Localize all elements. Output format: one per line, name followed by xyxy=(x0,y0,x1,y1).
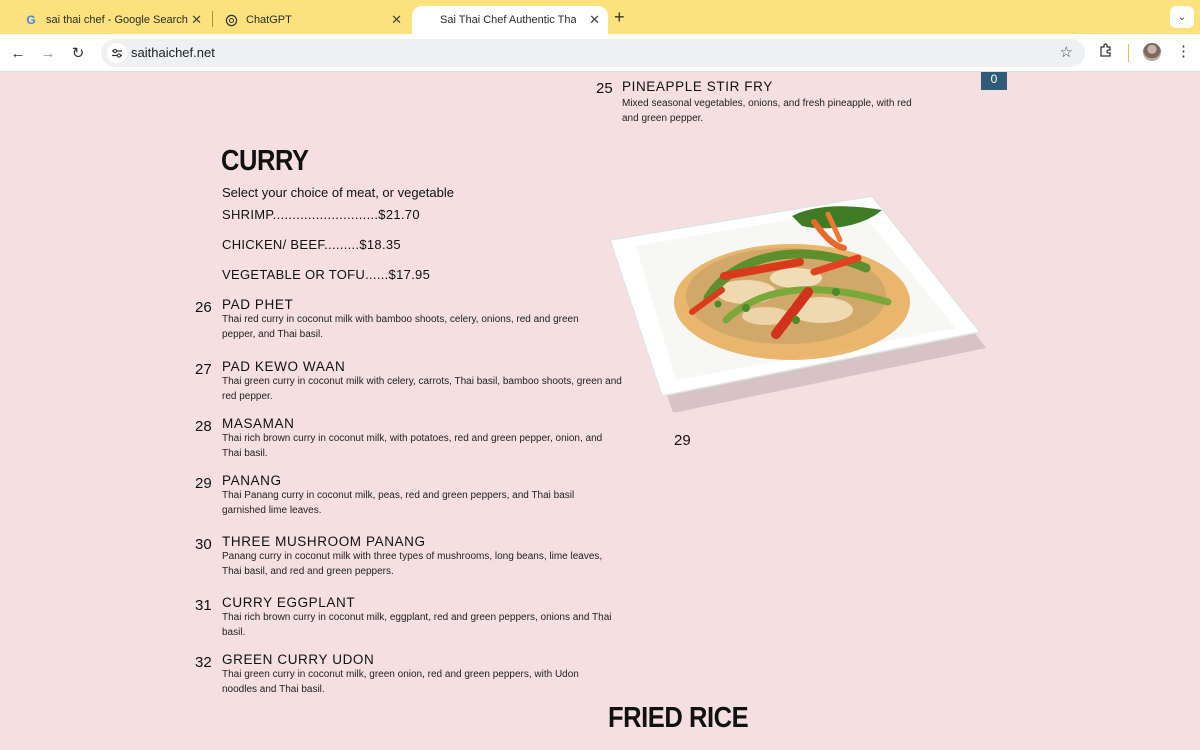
extensions-puzzle-icon[interactable] xyxy=(1098,42,1114,61)
menu-item-number: 27 xyxy=(195,361,212,378)
reload-button[interactable]: ↻ xyxy=(67,42,89,64)
cart-count-badge[interactable]: 0 xyxy=(981,72,1007,90)
close-icon[interactable]: ✕ xyxy=(589,12,600,28)
more-menu-icon[interactable]: ⋮ xyxy=(1176,42,1191,60)
menu-item-description: Thai red curry in coconut milk with bamb… xyxy=(222,314,579,340)
menu-item-number: 26 xyxy=(195,299,212,316)
tab-google-search[interactable]: G sai thai chef - Google Search ✕ xyxy=(14,6,210,34)
section-heading-fried-rice: FRIED RICE xyxy=(608,702,749,734)
tab-sai-thai-chef[interactable]: Sai Thai Chef Authentic Thai C ✕ xyxy=(412,6,608,34)
url-text[interactable]: saithaichef.net xyxy=(131,45,215,60)
menu-item-description: Thai rich brown curry in coconut milk, w… xyxy=(222,433,603,459)
photo-caption: 29 xyxy=(674,432,691,449)
menu-item-name: PINEAPPLE STIR FRY xyxy=(622,79,773,94)
profile-avatar[interactable] xyxy=(1143,43,1161,61)
tab-title: sai thai chef - Google Search xyxy=(46,14,188,26)
tab-title: Sai Thai Chef Authentic Thai C xyxy=(440,14,576,26)
section-subtitle: Select your choice of meat, or vegetable xyxy=(222,185,454,200)
menu-item-name: PAD KEWO WAAN xyxy=(222,359,346,374)
section-heading-curry: CURRY xyxy=(221,145,309,177)
menu-item-name: THREE MUSHROOM PANANG xyxy=(222,534,426,549)
menu-item-name: PANANG xyxy=(222,473,282,488)
menu-item-description: Thai Panang curry in coconut milk, peas,… xyxy=(222,490,575,516)
tab-bar: G sai thai chef - Google Search ✕ ChatGP… xyxy=(0,0,1200,34)
google-icon: G xyxy=(26,13,36,27)
menu-item-description: Mixed seasonal vegetables, onions, and f… xyxy=(622,98,912,124)
menu-item-name: MASAMAN xyxy=(222,416,295,431)
menu-item-description: Thai rich brown curry in coconut milk, e… xyxy=(222,612,612,638)
bookmark-star-icon[interactable]: ☆ xyxy=(1060,43,1073,61)
chatgpt-icon xyxy=(224,13,238,27)
price-line-shrimp: SHRIMP...........................$21.70 xyxy=(222,207,420,222)
menu-item-description: Thai green curry in coconut milk with ce… xyxy=(222,376,622,402)
price-line-vegetable-tofu: VEGETABLE OR TOFU......$17.95 xyxy=(222,267,431,282)
forward-button[interactable]: → xyxy=(37,42,59,64)
close-icon[interactable]: ✕ xyxy=(191,12,202,28)
tab-divider xyxy=(212,11,213,27)
menu-item-name: CURRY EGGPLANT xyxy=(222,595,356,610)
menu-item-description: Thai green curry in coconut milk, green … xyxy=(222,669,579,695)
new-tab-button[interactable]: + xyxy=(614,7,625,28)
tab-title: ChatGPT xyxy=(246,14,292,26)
panang-curry-photo xyxy=(596,192,988,413)
menu-item-name: PAD PHET xyxy=(222,297,294,312)
back-arrow-icon: ← xyxy=(10,44,26,62)
site-info-icon[interactable] xyxy=(107,43,127,63)
close-icon[interactable]: ✕ xyxy=(391,12,402,28)
price-line-chicken-beef: CHICKEN/ BEEF.........$18.35 xyxy=(222,237,401,252)
menu-item-number: 32 xyxy=(195,654,212,671)
toolbar-divider xyxy=(1128,44,1129,62)
browser-toolbar: ← → ↻ saithaichef.net ☆ xyxy=(0,34,1200,72)
menu-item-number: 31 xyxy=(195,597,212,614)
address-bar[interactable]: saithaichef.net ☆ xyxy=(101,39,1085,67)
tab-chatgpt[interactable]: ChatGPT ✕ xyxy=(214,6,410,34)
menu-item-number: 25 xyxy=(596,80,613,97)
menu-item-number: 29 xyxy=(195,475,212,492)
menu-item-description: Panang curry in coconut milk with three … xyxy=(222,551,603,577)
tab-search-button[interactable]: ⌄ xyxy=(1170,6,1194,28)
menu-item-number: 30 xyxy=(195,536,212,553)
menu-item-number: 28 xyxy=(195,418,212,435)
menu-item-name: GREEN CURRY UDON xyxy=(222,652,375,667)
reload-icon: ↻ xyxy=(71,45,85,62)
chevron-down-icon: ⌄ xyxy=(1177,11,1187,23)
forward-arrow-icon: → xyxy=(40,44,56,62)
back-button[interactable]: ← xyxy=(7,42,29,64)
